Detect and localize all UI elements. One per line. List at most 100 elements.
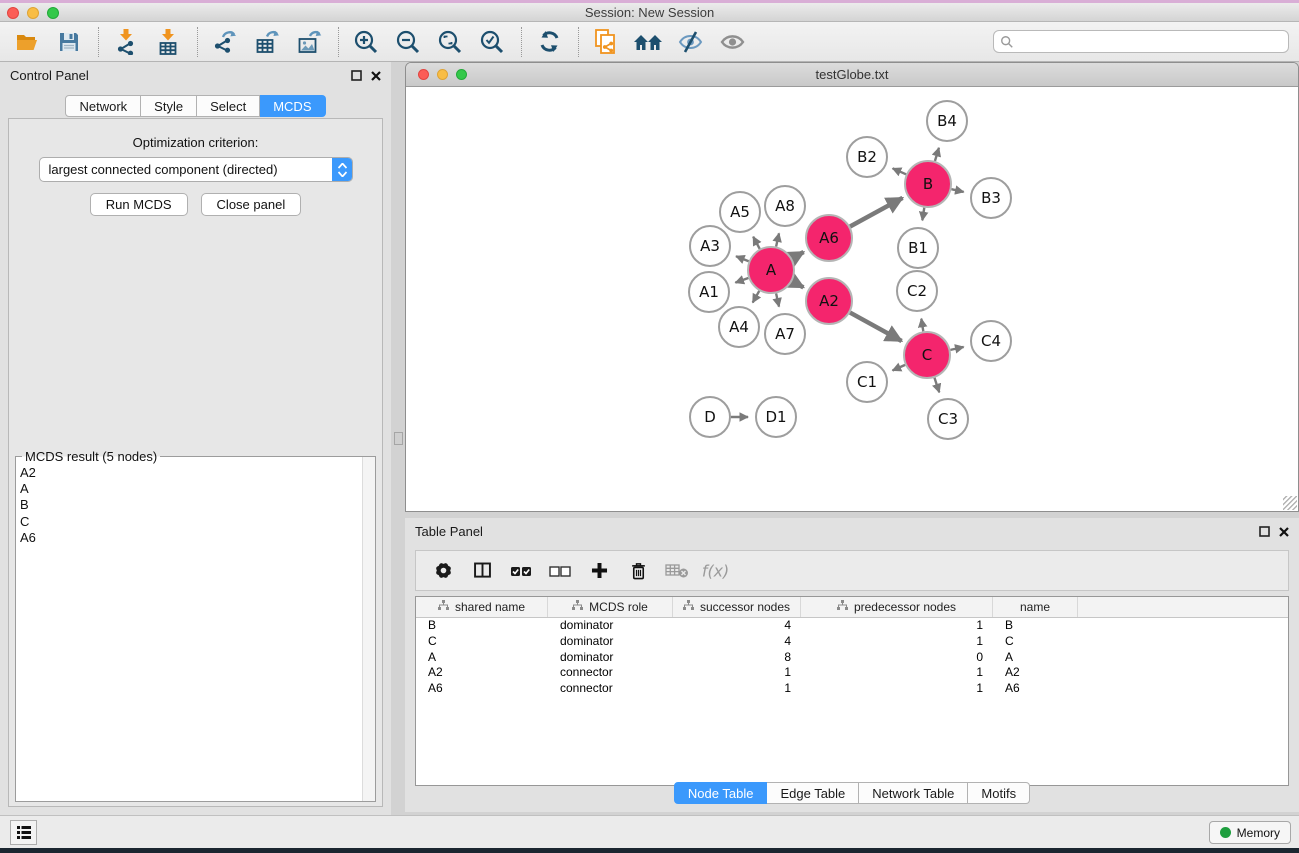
optimization-criterion-dropdown[interactable]: largest connected component (directed) — [39, 157, 353, 182]
tab-style[interactable]: Style — [141, 95, 197, 117]
node-B3[interactable]: B3 — [971, 178, 1011, 218]
minimize-window-icon[interactable] — [27, 7, 39, 19]
main-titlebar[interactable]: Session: New Session — [0, 3, 1299, 22]
add-column-icon[interactable] — [584, 556, 614, 586]
edge-A-A8[interactable] — [776, 233, 779, 246]
node-C1[interactable]: C1 — [847, 362, 887, 402]
refresh-layout-icon[interactable] — [532, 26, 566, 58]
edge-B-B4[interactable] — [935, 148, 939, 161]
resize-grip-icon[interactable] — [1283, 496, 1297, 510]
open-session-icon[interactable] — [10, 26, 44, 58]
home-layout-icon[interactable] — [631, 26, 665, 58]
node-B4[interactable]: B4 — [927, 101, 967, 141]
mcds-result-list[interactable]: A2ABCA6 — [16, 457, 375, 546]
network-from-file-icon[interactable] — [589, 26, 623, 58]
node-C3[interactable]: C3 — [928, 399, 968, 439]
edge-B-B2[interactable] — [893, 168, 906, 174]
float-panel-icon[interactable] — [1259, 526, 1270, 537]
table-row[interactable]: A2connector11A2 — [416, 665, 1288, 681]
node-C2[interactable]: C2 — [897, 271, 937, 311]
network-canvas[interactable]: B4B2BB3A5A8A6A3B1AA1C2A2A4A7C4CC1C3DD1 — [406, 87, 1298, 511]
edge-C-C4[interactable] — [950, 347, 963, 350]
edge-B-B1[interactable] — [922, 208, 924, 221]
node-B1[interactable]: B1 — [898, 228, 938, 268]
result-item-a6[interactable]: A6 — [20, 530, 369, 546]
node-A8[interactable]: A8 — [765, 186, 805, 226]
tab-node-table[interactable]: Node Table — [674, 782, 768, 804]
table-row[interactable]: A6connector11A6 — [416, 681, 1288, 697]
edge-A2-C[interactable] — [850, 313, 902, 341]
table-row[interactable]: Adominator80A — [416, 650, 1288, 666]
column-header-predecessor-nodes[interactable]: predecessor nodes — [801, 597, 993, 617]
tab-edge-table[interactable]: Edge Table — [767, 782, 859, 804]
close-panel-icon[interactable] — [371, 71, 381, 81]
tab-motifs[interactable]: Motifs — [968, 782, 1030, 804]
node-A3[interactable]: A3 — [690, 226, 730, 266]
import-network-icon[interactable] — [109, 26, 143, 58]
select-all-icon[interactable] — [506, 556, 536, 586]
close-panel-button[interactable]: Close panel — [201, 193, 302, 216]
export-network-icon[interactable] — [208, 26, 242, 58]
tab-select[interactable]: Select — [197, 95, 260, 117]
export-table-icon[interactable] — [250, 26, 284, 58]
edge-C-C1[interactable] — [893, 365, 906, 371]
settings-gear-icon[interactable] — [428, 556, 458, 586]
close-window-icon[interactable] — [7, 7, 19, 19]
save-session-icon[interactable] — [52, 26, 86, 58]
splitpane-divider-handle[interactable] — [394, 432, 403, 445]
node-A7[interactable]: A7 — [765, 314, 805, 354]
edge-A-A4[interactable] — [753, 291, 760, 303]
network-close-icon[interactable] — [418, 69, 429, 80]
edge-C-C3[interactable] — [934, 378, 939, 393]
network-minimize-icon[interactable] — [437, 69, 448, 80]
show-all-icon[interactable] — [715, 26, 749, 58]
result-item-a[interactable]: A — [20, 481, 369, 497]
column-header-successor-nodes[interactable]: successor nodes — [673, 597, 801, 617]
node-A5[interactable]: A5 — [720, 192, 760, 232]
network-zoom-icon[interactable] — [456, 69, 467, 80]
column-header-mcds-role[interactable]: MCDS role — [548, 597, 673, 617]
function-builder-icon[interactable]: f(x) — [701, 556, 731, 586]
node-C[interactable]: C — [904, 332, 950, 378]
result-item-c[interactable]: C — [20, 514, 369, 530]
node-C4[interactable]: C4 — [971, 321, 1011, 361]
tab-network[interactable]: Network — [65, 95, 141, 117]
result-item-a2[interactable]: A2 — [20, 465, 369, 481]
network-window-titlebar[interactable]: testGlobe.txt — [406, 63, 1298, 87]
edge-A-A5[interactable] — [753, 237, 759, 249]
close-panel-icon[interactable] — [1279, 527, 1289, 537]
node-B[interactable]: B — [905, 161, 951, 207]
node-A4[interactable]: A4 — [719, 307, 759, 347]
zoom-in-icon[interactable] — [349, 26, 383, 58]
node-A2[interactable]: A2 — [806, 278, 852, 324]
edge-A-A6[interactable] — [792, 252, 804, 258]
edge-A-A1[interactable] — [735, 278, 748, 283]
node-D[interactable]: D — [690, 397, 730, 437]
node-D1[interactable]: D1 — [756, 397, 796, 437]
edge-C-C2[interactable] — [921, 319, 923, 332]
table-row[interactable]: Cdominator41C — [416, 634, 1288, 650]
zoom-selected-icon[interactable] — [475, 26, 509, 58]
node-A1[interactable]: A1 — [689, 272, 729, 312]
hide-selected-icon[interactable] — [673, 26, 707, 58]
column-header-shared-name[interactable]: shared name — [416, 597, 548, 617]
run-mcds-button[interactable]: Run MCDS — [90, 193, 188, 216]
float-panel-icon[interactable] — [351, 70, 362, 81]
deselect-all-icon[interactable] — [545, 556, 575, 586]
delete-column-icon[interactable] — [623, 556, 653, 586]
edge-A-A3[interactable] — [736, 256, 749, 261]
result-item-b[interactable]: B — [20, 497, 369, 513]
tab-network-table[interactable]: Network Table — [859, 782, 968, 804]
zoom-fit-icon[interactable] — [433, 26, 467, 58]
edge-A6-B[interactable] — [850, 198, 902, 227]
edge-A-A7[interactable] — [776, 293, 779, 306]
column-header-name[interactable]: name — [993, 597, 1078, 617]
edge-B-B3[interactable] — [951, 189, 963, 192]
import-table-icon[interactable] — [151, 26, 185, 58]
result-scrollbar[interactable] — [362, 457, 375, 801]
zoom-out-icon[interactable] — [391, 26, 425, 58]
node-B2[interactable]: B2 — [847, 137, 887, 177]
search-input[interactable] — [1014, 35, 1288, 49]
export-image-icon[interactable] — [292, 26, 326, 58]
delete-table-icon[interactable] — [662, 556, 692, 586]
